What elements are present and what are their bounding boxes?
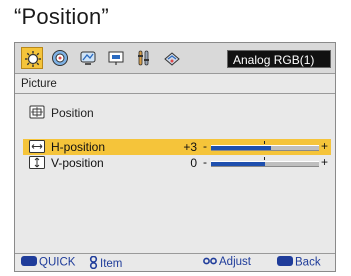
tab-display[interactable] bbox=[77, 47, 99, 69]
footer-adjust-label: Adjust bbox=[219, 256, 251, 269]
h-position-slider-fill bbox=[211, 146, 272, 150]
footer-hints: QUICK Item Adjust Back bbox=[15, 255, 335, 271]
screen-icon bbox=[108, 51, 124, 65]
h-position-slider[interactable] bbox=[211, 141, 319, 151]
return-key-icon bbox=[277, 256, 293, 269]
v-position-icon bbox=[29, 156, 45, 174]
leftright-key-icon bbox=[203, 256, 217, 268]
v-position-row[interactable]: V-position 0 - + bbox=[23, 155, 331, 171]
footer-quick-label: QUICK bbox=[39, 256, 76, 269]
slider-plus-label: + bbox=[321, 139, 329, 153]
updown-key-icon bbox=[89, 255, 98, 272]
divider bbox=[15, 93, 335, 94]
h-position-row[interactable]: H-position +3 - + bbox=[23, 139, 331, 155]
tab-setup[interactable] bbox=[133, 47, 155, 69]
footer-back-label: Back bbox=[295, 256, 321, 269]
footer-quick: QUICK bbox=[21, 256, 75, 269]
input-source-indicator: Analog RGB(1) bbox=[227, 50, 331, 68]
v-position-value: 0 bbox=[190, 156, 197, 170]
divider bbox=[15, 73, 335, 74]
footer-back: Back bbox=[277, 256, 321, 269]
v-position-slider[interactable] bbox=[211, 157, 319, 167]
h-position-label: H-position bbox=[51, 140, 106, 154]
picture-adjust-icon bbox=[25, 51, 41, 67]
slider-minus-label: - bbox=[203, 155, 207, 169]
tab-color[interactable] bbox=[49, 47, 71, 69]
network-icon bbox=[164, 52, 180, 66]
menu-tab-bar: Analog RGB(1) bbox=[15, 43, 335, 73]
slider-minus-label: - bbox=[203, 139, 207, 153]
slider-center-mark bbox=[264, 157, 265, 160]
osd-menu-panel: Analog RGB(1) Picture Position H-positio… bbox=[14, 42, 336, 272]
submenu-title-label: Position bbox=[51, 106, 94, 120]
v-position-slider-fill bbox=[211, 162, 265, 166]
v-position-label: V-position bbox=[51, 156, 104, 170]
position-icon bbox=[29, 105, 45, 124]
footer-item-label: Item bbox=[100, 258, 123, 271]
h-position-value: +3 bbox=[183, 140, 197, 154]
section-title: Picture bbox=[21, 78, 57, 90]
slider-plus-label: + bbox=[321, 155, 329, 169]
footer-item: Item bbox=[89, 255, 123, 272]
tab-network[interactable] bbox=[161, 47, 183, 69]
footer-adjust: Adjust bbox=[203, 256, 251, 268]
menu-key-icon bbox=[21, 256, 37, 269]
page-caption: “Position” bbox=[14, 4, 109, 29]
display-icon bbox=[80, 51, 96, 65]
divider bbox=[15, 253, 335, 254]
tab-picture-adjust[interactable] bbox=[21, 47, 43, 69]
color-icon bbox=[52, 50, 68, 66]
setup-icon bbox=[138, 50, 149, 66]
slider-center-mark bbox=[264, 141, 265, 144]
tab-screen[interactable] bbox=[105, 47, 127, 69]
